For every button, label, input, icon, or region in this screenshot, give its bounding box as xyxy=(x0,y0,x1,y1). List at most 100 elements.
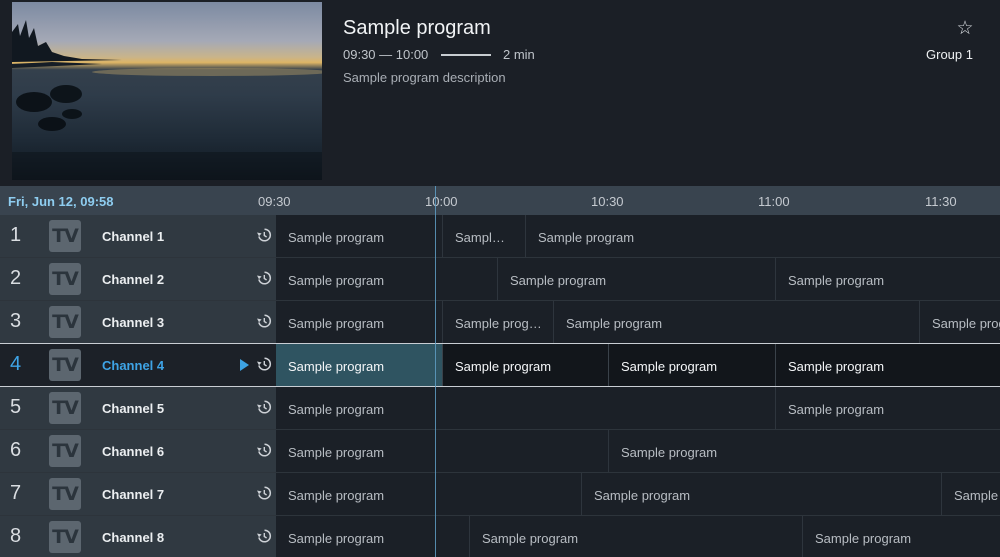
program-cell-current[interactable]: Sample program xyxy=(276,344,443,386)
program-cell[interactable]: Sample program xyxy=(443,344,609,386)
channel-row[interactable]: 3 TV Channel 3 Sample program Sample pro… xyxy=(0,301,1000,344)
program-label: Sample program xyxy=(932,316,1000,331)
history-icon[interactable] xyxy=(256,442,272,458)
program-cell[interactable]: Sample program xyxy=(582,473,942,515)
program-label: Sample program xyxy=(288,402,385,417)
program-cell[interactable]: Sample program xyxy=(776,387,1000,429)
channel-cell[interactable]: 3 TV Channel 3 xyxy=(0,301,276,343)
program-label: Sample program xyxy=(815,531,912,546)
history-icon[interactable] xyxy=(256,356,272,372)
program-progress-bar xyxy=(441,54,491,56)
channel-number: 1 xyxy=(10,224,22,246)
history-icon[interactable] xyxy=(256,270,272,286)
channel-name: Channel 3 xyxy=(102,315,165,330)
program-cell[interactable]: Sample program xyxy=(498,258,776,300)
channel-row[interactable]: 7 TV Channel 7 Sample program Sample pro… xyxy=(0,473,1000,516)
program-cell[interactable]: Sample program xyxy=(276,301,443,343)
program-thumbnail xyxy=(12,2,322,180)
channel-row[interactable]: 8 TV Channel 8 Sample program Sample pro… xyxy=(0,516,1000,557)
program-cell[interactable]: Sample program xyxy=(526,215,1000,257)
channel-name: Channel 5 xyxy=(102,401,165,416)
channel-row[interactable]: 2 TV Channel 2 Sample program Sample pro… xyxy=(0,258,1000,301)
history-icon[interactable] xyxy=(256,313,272,329)
program-cell[interactable]: Sample program xyxy=(276,258,498,300)
current-date-time: Fri, Jun 12, 09:58 xyxy=(8,194,114,209)
channel-number: 7 xyxy=(10,482,22,504)
program-label: Sample program xyxy=(594,488,691,503)
channel-cell[interactable]: 1 TV Channel 1 xyxy=(0,215,276,257)
program-cell[interactable]: Sample program xyxy=(443,215,526,257)
tv-logo-icon: TV xyxy=(49,478,81,510)
program-cell[interactable]: Sample program xyxy=(803,516,1000,557)
program-cell[interactable]: Sample program xyxy=(609,430,1000,472)
program-label: Sample program xyxy=(288,230,385,245)
play-icon xyxy=(240,359,249,371)
program-label: Sample program xyxy=(538,230,635,245)
program-title: Sample program xyxy=(343,17,491,39)
program-cell[interactable]: Sample program xyxy=(443,301,554,343)
tv-logo-icon: TV xyxy=(49,349,81,381)
channel-cell[interactable]: 7 TV Channel 7 xyxy=(0,473,276,515)
program-label: Sample program xyxy=(288,273,385,288)
lake-landscape-image xyxy=(12,20,322,180)
history-icon[interactable] xyxy=(256,485,272,501)
channel-cell[interactable]: 8 TV Channel 8 xyxy=(0,516,276,557)
program-info-panel: Sample program 09:30 — 10:00 2 min Sampl… xyxy=(0,0,1000,186)
channel-cell[interactable]: 4 TV Channel 4 xyxy=(0,344,276,386)
program-cell[interactable]: Sample program xyxy=(776,258,1000,300)
channel-row[interactable]: 5 TV Channel 5 Sample program Sample pro… xyxy=(0,387,1000,430)
history-icon[interactable] xyxy=(256,227,272,243)
channel-cell[interactable]: 6 TV Channel 6 xyxy=(0,430,276,472)
program-cell[interactable]: Sample program xyxy=(276,215,443,257)
program-cell[interactable]: Sample program xyxy=(276,516,470,557)
program-cell[interactable]: Sample program xyxy=(276,473,582,515)
tv-logo-icon: TV xyxy=(49,435,81,467)
channel-name: Channel 6 xyxy=(102,444,165,459)
program-label: Sample program xyxy=(288,488,385,503)
program-description: Sample program description xyxy=(343,70,506,85)
tv-logo-icon: TV xyxy=(49,263,81,295)
group-label[interactable]: Group 1 xyxy=(900,47,973,62)
program-label: Sample program xyxy=(288,445,385,460)
time-tick: 10:00 xyxy=(425,194,458,209)
time-tick: 10:30 xyxy=(591,194,624,209)
program-duration: 2 min xyxy=(503,47,535,62)
channel-row[interactable]: 1 TV Channel 1 Sample program Sample pro… xyxy=(0,215,1000,258)
channel-cell[interactable]: 2 TV Channel 2 xyxy=(0,258,276,300)
program-cell[interactable]: Sample program xyxy=(920,301,1000,343)
channel-name: Channel 1 xyxy=(102,229,165,244)
program-cell[interactable]: Sample program xyxy=(276,430,609,472)
program-label: Sample program xyxy=(621,359,718,374)
program-label: Sample program xyxy=(621,445,718,460)
timeline-header: Fri, Jun 12, 09:58 09:30 10:00 10:30 11:… xyxy=(0,186,1000,215)
program-label: Sample program xyxy=(455,230,511,245)
program-label: Sample program xyxy=(455,359,552,374)
channel-number: 4 xyxy=(10,353,22,375)
star-outline-icon[interactable]: ☆ xyxy=(954,18,976,40)
tv-logo-icon: TV xyxy=(49,392,81,424)
program-label: Sample program xyxy=(788,359,885,374)
program-cell[interactable]: Sample program xyxy=(276,387,776,429)
channel-row[interactable]: 6 TV Channel 6 Sample program Sample pro… xyxy=(0,430,1000,473)
program-label: Sample program xyxy=(288,359,385,374)
program-cell[interactable]: Sample program xyxy=(470,516,803,557)
channel-number: 5 xyxy=(10,396,22,418)
time-tick: 11:00 xyxy=(758,194,790,209)
history-icon[interactable] xyxy=(256,399,272,415)
program-cell[interactable]: Sample program xyxy=(609,344,776,386)
program-label: Sample program xyxy=(455,316,543,331)
time-tick: 09:30 xyxy=(258,194,291,209)
program-label: Sample program xyxy=(954,488,1000,503)
channel-row-selected[interactable]: 4 TV Channel 4 Sample program Sample pro… xyxy=(0,343,1000,387)
program-cell[interactable]: Sample program xyxy=(776,344,1000,386)
history-icon[interactable] xyxy=(256,528,272,544)
channel-name: Channel 8 xyxy=(102,530,165,545)
channel-number: 6 xyxy=(10,439,22,461)
program-cell[interactable]: Sample program xyxy=(554,301,920,343)
channel-number: 3 xyxy=(10,310,22,332)
program-label: Sample program xyxy=(482,531,579,546)
program-cell[interactable]: Sample program xyxy=(942,473,1000,515)
program-label: Sample program xyxy=(788,402,885,417)
channel-cell[interactable]: 5 TV Channel 5 xyxy=(0,387,276,429)
time-tick: 11:30 xyxy=(925,194,957,209)
